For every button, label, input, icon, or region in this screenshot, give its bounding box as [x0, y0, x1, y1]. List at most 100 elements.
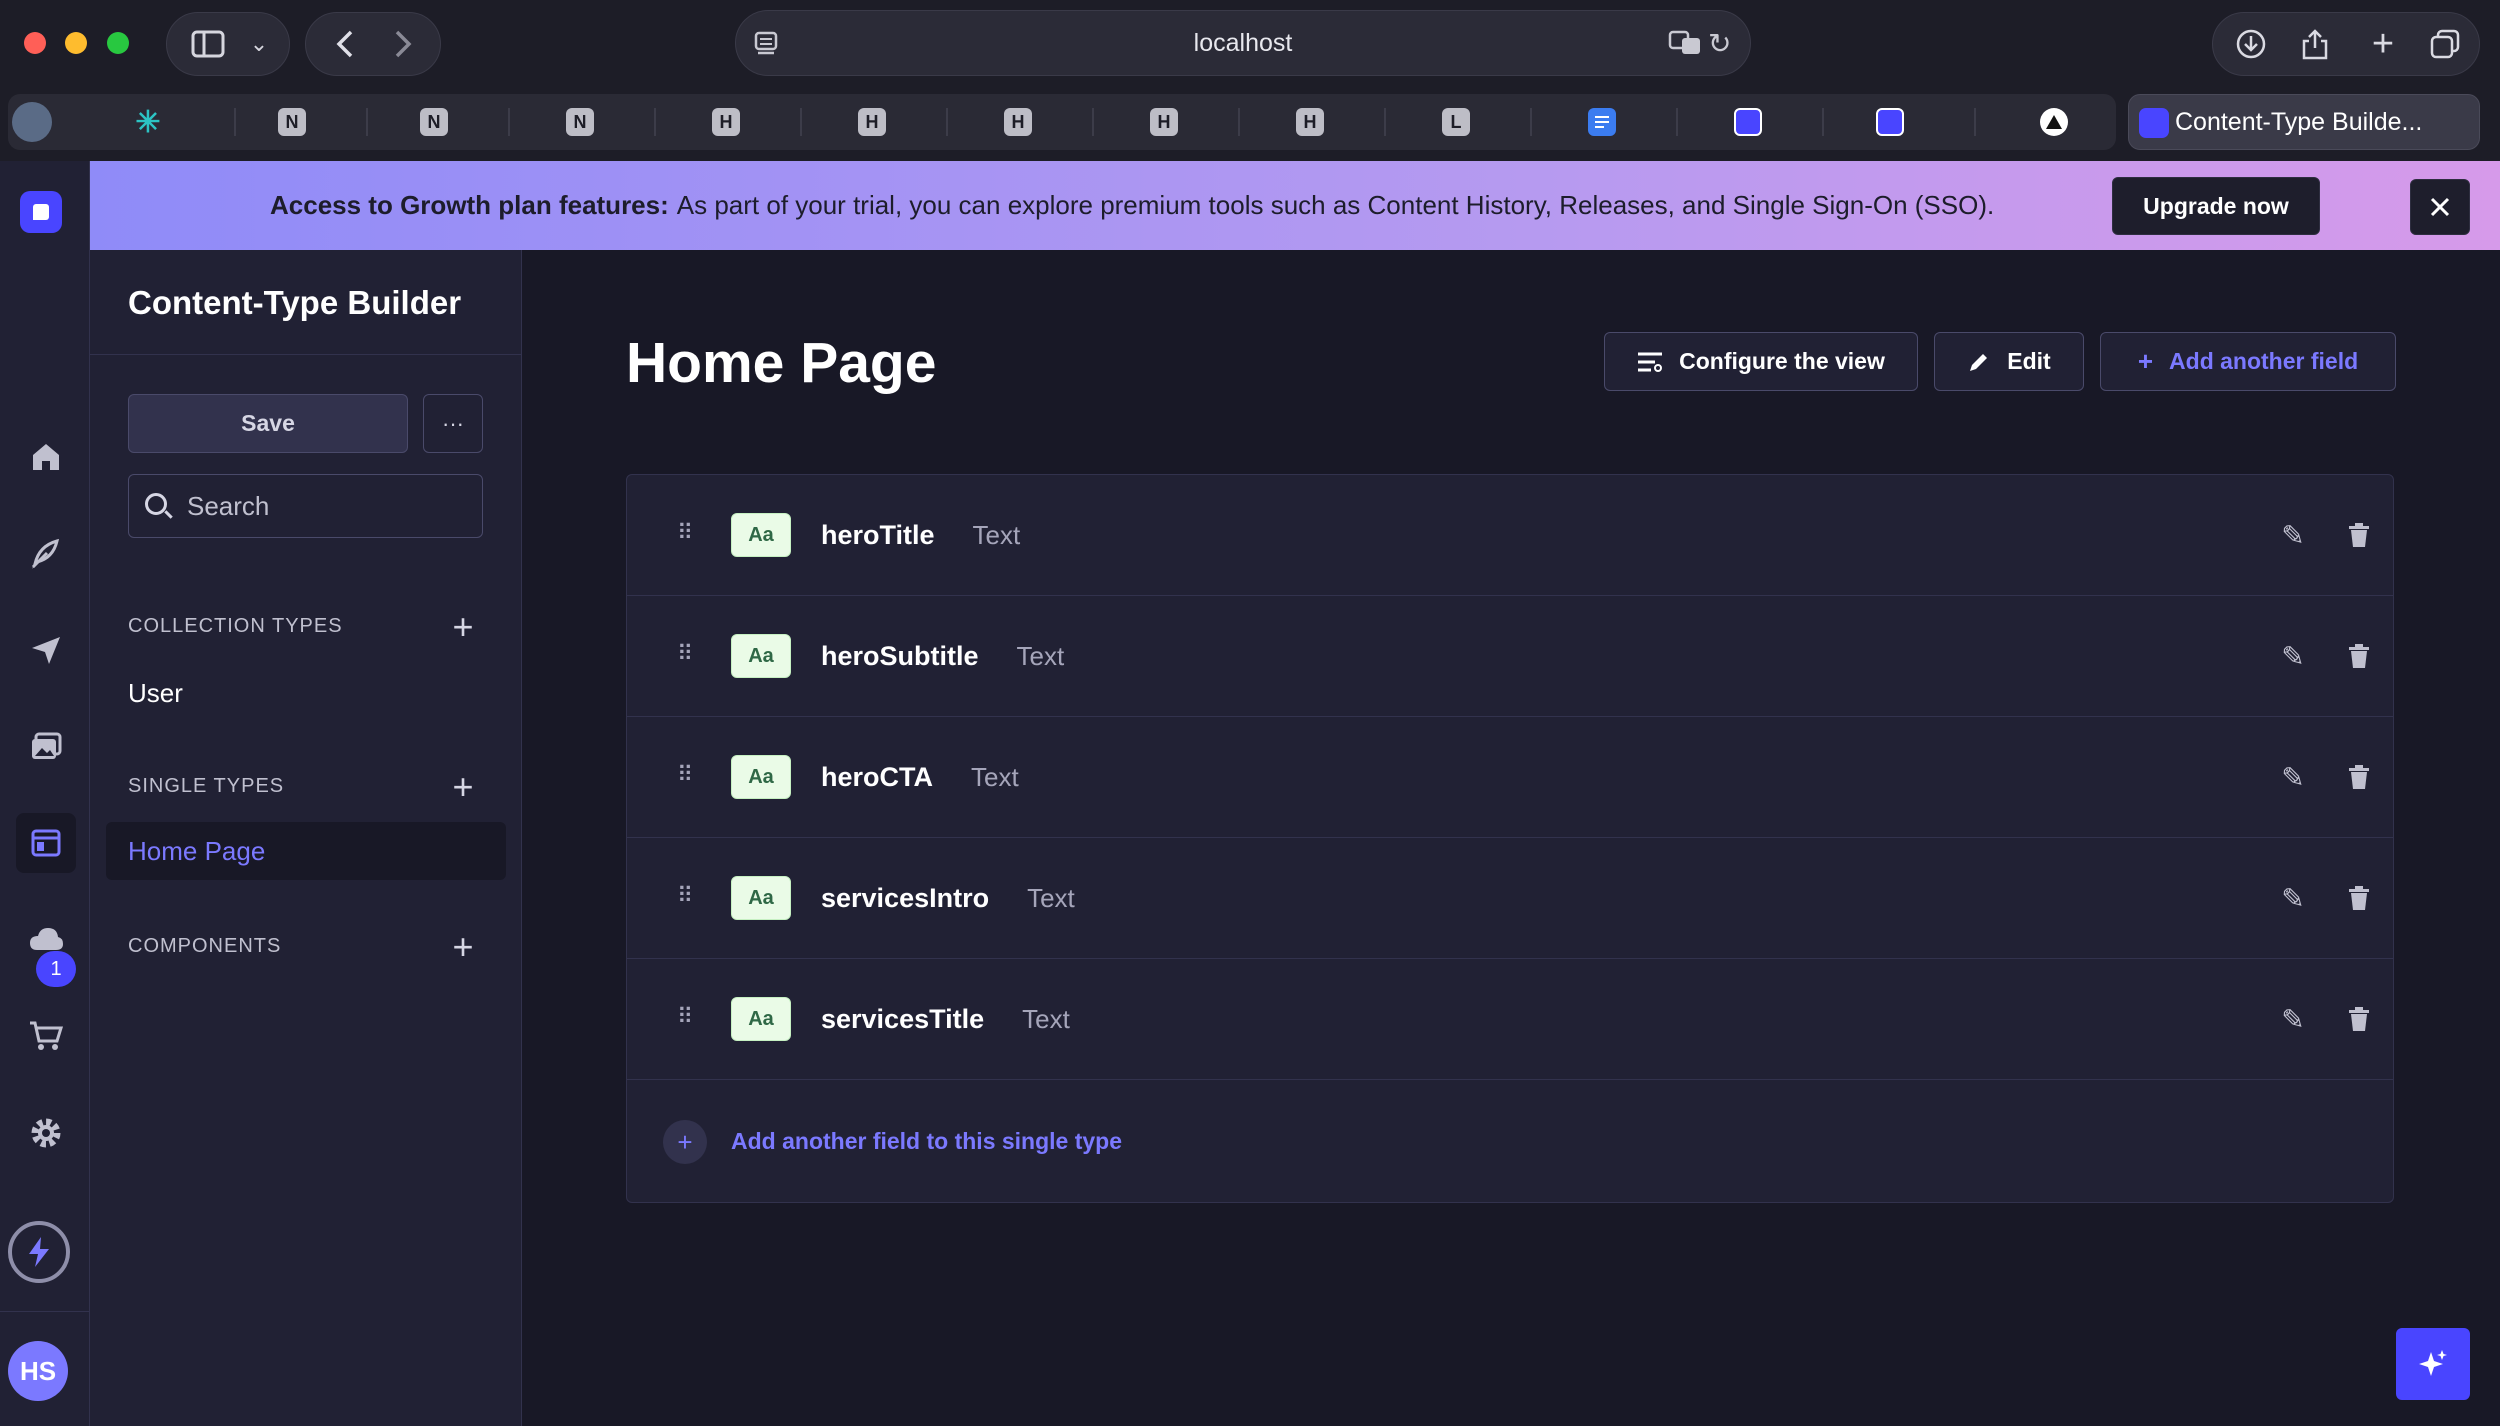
field-row[interactable]: ⠿ Aa heroSubtitle Text ✎	[627, 596, 2393, 717]
edit-field-pencil-icon[interactable]: ✎	[2269, 874, 2317, 922]
field-name: servicesIntro Text	[821, 838, 1075, 958]
more-options-button[interactable]: ···	[423, 394, 483, 453]
banner-strong: Access to Growth plan features:	[270, 190, 669, 220]
new-tab-icon[interactable]: +	[2353, 13, 2413, 75]
strapi-logo[interactable]	[20, 191, 62, 233]
pinned-tab-h-icon[interactable]: H	[858, 108, 886, 136]
tab-separator	[1384, 108, 1386, 136]
search-box	[128, 474, 483, 538]
pinned-tab-h-icon[interactable]: H	[1150, 108, 1178, 136]
rail-divider	[0, 1311, 90, 1312]
settings-gear-icon[interactable]	[16, 1103, 76, 1163]
add-another-field-button[interactable]: + Add another field	[2100, 332, 2396, 391]
sidebar-icon[interactable]	[183, 13, 233, 75]
content-manager-icon[interactable]	[16, 523, 76, 583]
sidebar-item-home-page[interactable]: Home Page	[106, 822, 506, 880]
share-icon[interactable]	[2285, 13, 2345, 75]
delete-field-trash-icon[interactable]	[2335, 874, 2383, 922]
address-text: localhost	[1193, 28, 1293, 57]
chevron-down-icon[interactable]: ⌄	[241, 13, 277, 75]
drag-handle-icon[interactable]: ⠿	[677, 763, 693, 787]
back-icon[interactable]	[320, 13, 370, 75]
pinned-tab-n-icon[interactable]: N	[566, 108, 594, 136]
configure-view-button[interactable]: Configure the view	[1604, 332, 1918, 391]
sidebar-item-user[interactable]: User	[128, 678, 183, 709]
delete-field-trash-icon[interactable]	[2335, 753, 2383, 801]
tab-separator	[1238, 108, 1240, 136]
pinned-tab-strapi-icon[interactable]	[1734, 108, 1762, 136]
home-icon[interactable]	[16, 427, 76, 487]
minimize-window-button[interactable]	[65, 32, 87, 54]
pinned-tab-strapi-icon[interactable]	[1876, 108, 1904, 136]
field-row[interactable]: ⠿ Aa heroCTA Text ✎	[627, 717, 2393, 838]
tab-separator	[1092, 108, 1094, 136]
drag-handle-icon[interactable]: ⠿	[677, 521, 693, 545]
tab-separator	[1974, 108, 1976, 136]
delete-field-trash-icon[interactable]	[2335, 632, 2383, 680]
tab-overview-icon[interactable]	[2415, 13, 2475, 75]
edit-field-pencil-icon[interactable]: ✎	[2269, 995, 2317, 1043]
tab-bar: ✳ N N N H H H H H L Content-Type Builde.…	[0, 94, 2500, 154]
drag-handle-icon[interactable]: ⠿	[677, 884, 693, 908]
delete-field-trash-icon[interactable]	[2335, 511, 2383, 559]
drag-handle-icon[interactable]: ⠿	[677, 1005, 693, 1029]
media-library-icon[interactable]	[16, 716, 76, 776]
edit-field-pencil-icon[interactable]: ✎	[2269, 511, 2317, 559]
pinned-tab-sparkle-icon[interactable]: ✳	[134, 106, 162, 139]
translate-icon[interactable]	[1668, 11, 1704, 75]
forward-icon[interactable]	[378, 13, 428, 75]
upgrade-now-button[interactable]: Upgrade now	[2112, 177, 2320, 235]
ai-assistant-sparkle-button[interactable]	[2396, 1328, 2470, 1400]
pinned-tab-h-icon[interactable]: H	[712, 108, 740, 136]
pinned-tab-triangle-icon[interactable]	[2040, 108, 2068, 136]
drag-handle-icon[interactable]: ⠿	[677, 642, 693, 666]
tab-separator	[1822, 108, 1824, 136]
field-row[interactable]: ⠿ Aa servicesTitle Text ✎	[627, 959, 2393, 1080]
sidebar-toggle-group: ⌄	[166, 12, 290, 76]
browser-chrome: ⌄ localhost ↻ + ✳ N N N H H H H H L Cont…	[0, 0, 2500, 161]
edit-field-pencil-icon[interactable]: ✎	[2269, 632, 2317, 680]
pinned-tab-n-icon[interactable]: N	[278, 108, 306, 136]
field-name: heroTitle Text	[821, 475, 1020, 595]
download-icon[interactable]	[2221, 13, 2281, 75]
field-type: Text	[1027, 882, 1075, 913]
collection-types-heading: COLLECTION TYPES	[128, 615, 343, 637]
pinned-tab-h-icon[interactable]: H	[1296, 108, 1324, 136]
close-banner-button[interactable]	[2410, 179, 2470, 235]
field-row[interactable]: ⠿ Aa heroTitle Text ✎	[627, 475, 2393, 596]
pinned-tab-l-icon[interactable]: L	[1442, 108, 1470, 136]
lightning-icon[interactable]	[8, 1221, 70, 1283]
zoom-window-button[interactable]	[107, 32, 129, 54]
user-avatar[interactable]: HS	[8, 1341, 68, 1401]
add-field-to-single-type[interactable]: + Add another field to this single type	[627, 1081, 2393, 1202]
close-window-button[interactable]	[24, 32, 46, 54]
reload-icon[interactable]: ↻	[1708, 11, 1731, 75]
tab-separator	[1676, 108, 1678, 136]
deployment-icon[interactable]	[16, 620, 76, 680]
pinned-tab-docs-icon[interactable]	[1588, 108, 1616, 136]
pinned-tab-globe-icon[interactable]	[12, 102, 52, 142]
delete-field-trash-icon[interactable]	[2335, 995, 2383, 1043]
search-input[interactable]	[187, 483, 467, 529]
pinned-tab-n-icon[interactable]: N	[420, 108, 448, 136]
components-heading: COMPONENTS	[128, 935, 282, 957]
content-type-builder-icon[interactable]	[16, 813, 76, 873]
address-bar[interactable]: localhost ↻	[735, 10, 1751, 76]
edit-button[interactable]: Edit	[1934, 332, 2084, 391]
sparkle-icon	[2419, 1350, 2447, 1376]
field-name-text: heroTitle	[821, 519, 935, 550]
pinned-tab-h-icon[interactable]: H	[1004, 108, 1032, 136]
marketplace-cart-icon[interactable]	[16, 1006, 76, 1066]
browser-titlebar: ⌄ localhost ↻ +	[0, 0, 2500, 86]
field-name: servicesTitle Text	[821, 959, 1070, 1079]
field-name-text: servicesTitle	[821, 1003, 985, 1034]
field-row[interactable]: ⠿ Aa servicesIntro Text ✎	[627, 838, 2393, 959]
field-type: Text	[1016, 640, 1065, 671]
add-single-type-icon[interactable]: +	[448, 769, 478, 805]
add-collection-type-icon[interactable]: +	[448, 609, 478, 645]
add-component-icon[interactable]: +	[448, 929, 478, 965]
edit-field-pencil-icon[interactable]: ✎	[2269, 753, 2317, 801]
content-type-builder-subnav: Content-Type Builder Save ··· COLLECTION…	[90, 250, 522, 1426]
active-tab[interactable]: Content-Type Builde...	[2128, 94, 2480, 150]
save-button[interactable]: Save	[128, 394, 408, 453]
